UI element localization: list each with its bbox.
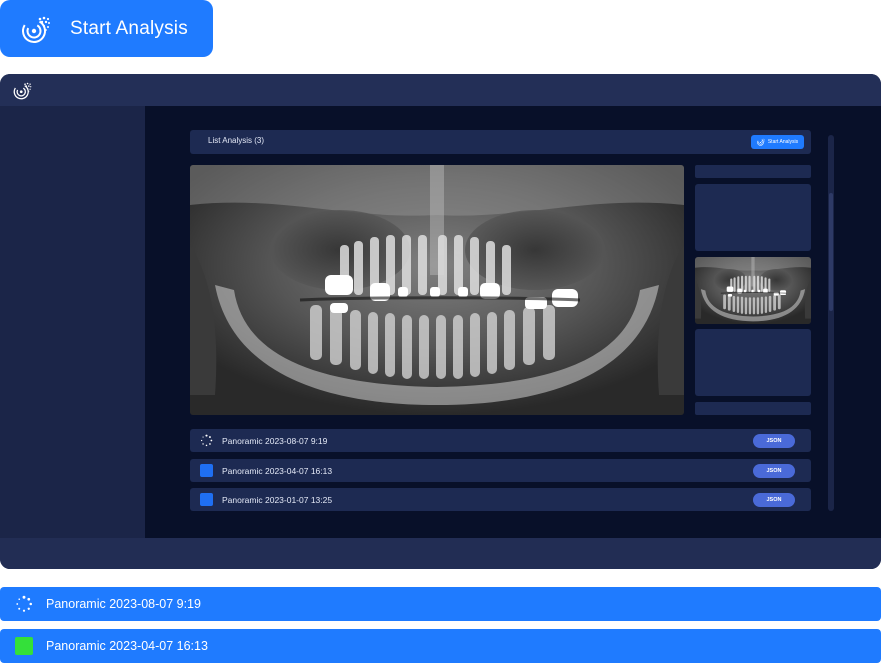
analysis-name: Panoramic 2023-01-07 13:25 (222, 495, 333, 505)
analysis-name: Panoramic 2023-08-07 9:19 (222, 436, 328, 446)
panoramic-xray-image (190, 165, 684, 415)
status-complete-icon (15, 637, 33, 655)
analysis-row[interactable]: Panoramic 2023-01-07 13:25 JSON (190, 488, 811, 511)
scrollbar-thumb[interactable] (829, 193, 833, 311)
app-window: List Analysis (3) Start Analysis Panoram… (0, 74, 881, 569)
start-analysis-cta-button[interactable]: Start Analysis (0, 0, 213, 57)
main-panel: List Analysis (3) Start Analysis Panoram… (145, 106, 881, 538)
thumbnail-slot[interactable] (695, 329, 811, 396)
scrollbar[interactable] (828, 135, 834, 511)
start-analysis-button-label: Start Analysis (767, 139, 799, 145)
status-square-icon (200, 464, 213, 477)
analysis-name: Panoramic 2023-04-07 16:13 (222, 466, 333, 476)
json-button[interactable]: JSON (753, 493, 795, 507)
highlight-row-complete[interactable]: Panoramic 2023-04-07 16:13 (0, 629, 881, 663)
app-logo-icon (13, 81, 32, 100)
app-sidebar (0, 106, 145, 538)
status-square-icon (200, 493, 213, 506)
list-analysis-title: List Analysis (3) (208, 136, 265, 145)
app-titlebar (0, 74, 881, 106)
json-button[interactable]: JSON (753, 464, 795, 478)
analysis-logo-icon (757, 138, 765, 146)
app-footer (0, 538, 881, 569)
analysis-logo-icon (21, 14, 51, 44)
thumbnail-strip[interactable] (695, 165, 811, 178)
thumbnail-slot[interactable] (695, 184, 811, 251)
highlight-row-name: Panoramic 2023-04-07 16:13 (46, 639, 208, 653)
analysis-row[interactable]: Panoramic 2023-04-07 16:13 JSON (190, 459, 811, 482)
highlight-row-name: Panoramic 2023-08-07 9:19 (46, 597, 201, 611)
thumbnail-strip[interactable] (695, 402, 811, 415)
thumbnail-xray-selected[interactable] (695, 257, 811, 324)
start-analysis-cta-label: Start Analysis (70, 17, 188, 39)
highlight-row-loading[interactable]: Panoramic 2023-08-07 9:19 (0, 587, 881, 621)
json-button[interactable]: JSON (753, 434, 795, 448)
analysis-row[interactable]: Panoramic 2023-08-07 9:19 JSON (190, 429, 811, 452)
loading-spinner-icon (200, 434, 213, 447)
start-analysis-button[interactable]: Start Analysis (751, 135, 804, 149)
list-analysis-header: List Analysis (3) Start Analysis (190, 130, 811, 154)
loading-spinner-icon (15, 595, 33, 613)
